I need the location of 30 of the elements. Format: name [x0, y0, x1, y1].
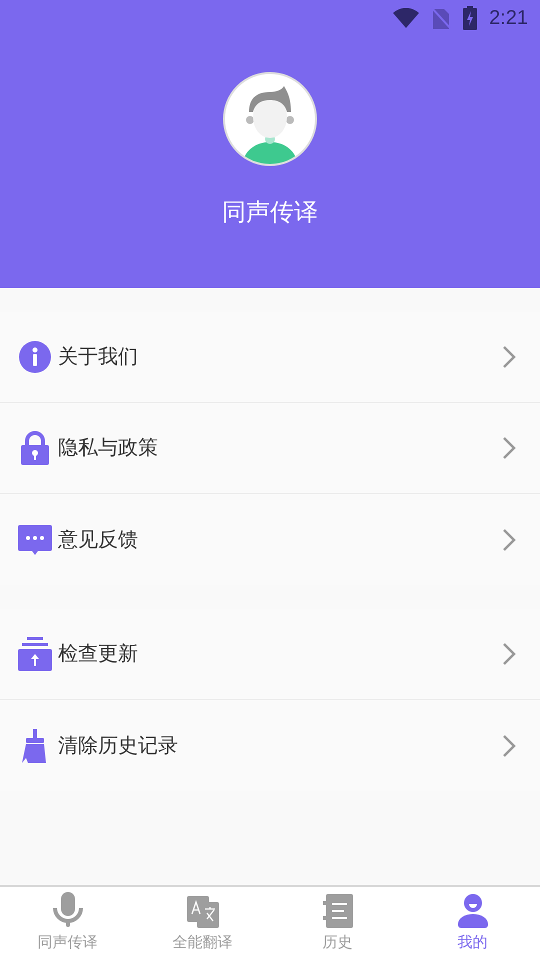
menu-item[interactable]: 关于我们 [0, 312, 540, 403]
chevron-icon [502, 528, 516, 552]
menu-item[interactable]: 清除历史记录 [0, 700, 540, 791]
menu-label: 隐私与政策 [58, 436, 159, 461]
chevron-icon [502, 436, 516, 460]
status-time: 2:21 [489, 6, 528, 31]
lock-icon [20, 431, 50, 465]
person-icon [458, 894, 488, 928]
menu-label: 关于我们 [58, 345, 139, 370]
menu-item[interactable]: 意见反馈 [0, 494, 540, 585]
microphone-icon [52, 892, 84, 928]
battery-icon [463, 6, 478, 30]
chevron-icon [502, 345, 516, 369]
menu-label: 意见反馈 [58, 528, 139, 552]
translate-icon [186, 896, 218, 928]
notebook-icon [322, 894, 352, 928]
profile-name: 同声传译 [222, 198, 318, 228]
upload-icon [18, 637, 52, 671]
avatar-icon [223, 72, 317, 166]
nav-tab[interactable]: 我的 [405, 887, 540, 960]
menu-item[interactable]: 检查更新 [0, 609, 540, 700]
menu-item[interactable]: 隐私与政策 [0, 403, 540, 494]
wifi-icon [393, 8, 420, 28]
menu-label: 检查更新 [58, 642, 139, 667]
chevron-icon [502, 734, 516, 758]
menu-label: 清除历史记录 [58, 734, 179, 758]
no-sim-icon [431, 7, 452, 29]
info-icon [19, 341, 51, 373]
chevron-icon [502, 642, 516, 666]
chat-icon [18, 524, 52, 554]
